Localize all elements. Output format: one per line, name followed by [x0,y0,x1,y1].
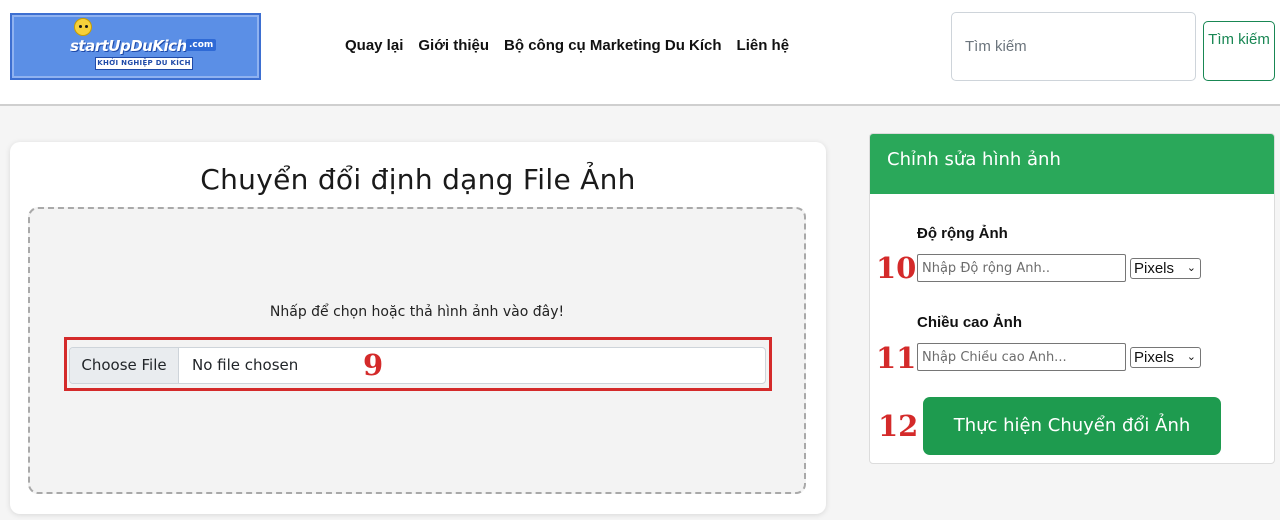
width-input[interactable] [917,254,1126,282]
height-unit-select[interactable]: Pixels ⌄ [1130,347,1201,368]
width-unit-value: Pixels [1134,260,1175,277]
file-status: No file chosen [192,356,299,374]
nav-item-about[interactable]: Giới thiệu [418,37,489,54]
edit-panel-header: Chỉnh sửa hình ảnh [870,134,1274,194]
file-input[interactable]: Choose File No file chosen [69,347,766,384]
chevron-down-icon: ⌄ [1186,351,1196,363]
chevron-down-icon: ⌄ [1186,262,1196,274]
page-title: Chuyển đổi định dạng File Ảnh [200,163,636,196]
logo-tagline: KHỞI NGHIỆP DU KÍCH [95,57,193,70]
convert-button[interactable]: Thực hiện Chuyển đổi Ảnh [923,397,1221,455]
nav-item-back[interactable]: Quay lại [345,37,403,54]
width-label: Độ rộng Ảnh [917,225,1008,242]
edit-panel-title: Chỉnh sửa hình ảnh [887,149,1061,170]
marker-height: 11 [876,341,917,375]
nav-item-contact[interactable]: Liên hệ [737,37,790,54]
dropzone-hint: Nhấp để chọn hoặc thả hình ảnh vào đây! [269,304,565,320]
main-nav: Quay lại Giới thiệu Bộ công cụ Marketing… [345,37,789,54]
logo-brand: startUpDuKich [70,37,187,55]
site-logo[interactable]: startUpDuKich .com KHỞI NGHIỆP DU KÍCH [10,13,261,80]
height-input[interactable] [917,343,1126,371]
mascot-icon [74,18,92,36]
marker-convert: 12 [878,409,919,443]
marker-file: 9 [363,348,384,382]
height-label: Chiều cao Ảnh [917,314,1023,331]
search-button[interactable]: Tìm kiếm [1203,21,1275,81]
search-input[interactable] [951,12,1196,81]
height-unit-value: Pixels [1134,349,1175,366]
logo-dotcom: .com [186,39,217,51]
marker-width: 10 [876,251,917,285]
choose-file-button[interactable]: Choose File [70,348,179,383]
width-unit-select[interactable]: Pixels ⌄ [1130,258,1201,279]
site-header: startUpDuKich .com KHỞI NGHIỆP DU KÍCH Q… [0,0,1280,106]
nav-item-tools[interactable]: Bộ công cụ Marketing Du Kích [504,37,722,54]
